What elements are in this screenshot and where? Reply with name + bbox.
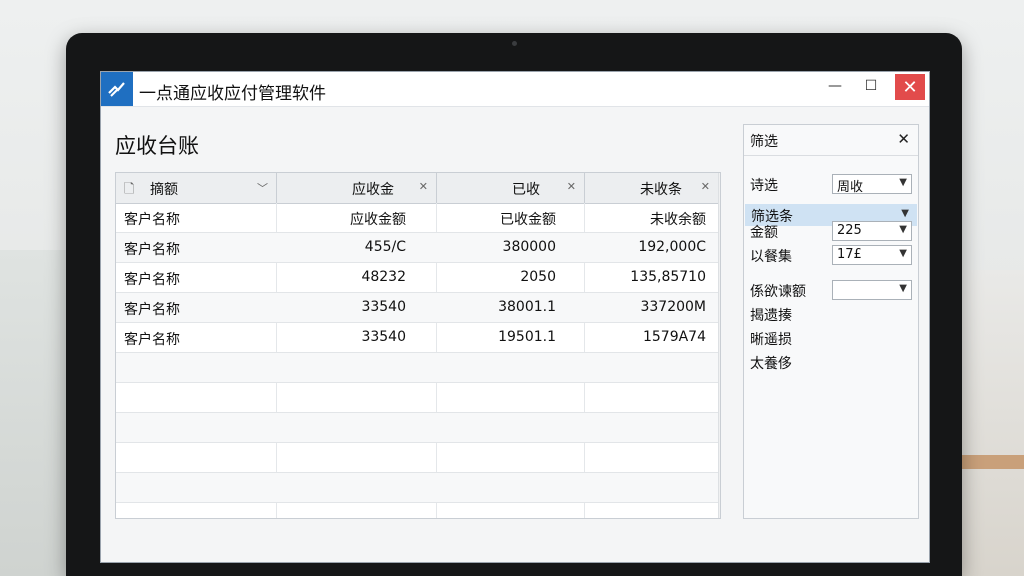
maximize-button[interactable]: ☐ bbox=[853, 72, 889, 100]
cell-customer: 客户名称 bbox=[124, 212, 180, 228]
cell-customer: 客户名称 bbox=[124, 302, 180, 318]
cell-received: 38001.1 bbox=[498, 299, 556, 315]
cell-receivable: 455/C bbox=[364, 239, 406, 255]
filter-select-third[interactable]: ▼ bbox=[832, 280, 912, 300]
cell-receivable: 应收金额 bbox=[350, 212, 406, 228]
filter-label: 诗选 bbox=[750, 178, 778, 194]
sort-icon[interactable]: ✕ bbox=[701, 180, 710, 193]
filter-option-label[interactable]: 太養侈 bbox=[750, 353, 792, 373]
background-shelf bbox=[960, 455, 1024, 469]
table-row-empty[interactable] bbox=[116, 413, 718, 443]
column-header-label: 未收条 bbox=[640, 182, 682, 198]
column-header-0[interactable]: 🗋 摘额 ﹀ bbox=[116, 173, 277, 203]
webcam bbox=[512, 41, 517, 46]
table-row-empty[interactable] bbox=[116, 443, 718, 473]
filter-select-value: 17£ bbox=[837, 247, 862, 262]
background-wall-right bbox=[960, 270, 1024, 576]
ledger-table: 🗋 摘额 ﹀ 应收金 ✕ 已收 ✕ 未收条 ✕ 客户名称 应收金额 已收金额 未… bbox=[115, 172, 721, 519]
cell-received: 已收金额 bbox=[500, 212, 556, 228]
dropdown-arrow-icon: ▼ bbox=[899, 248, 907, 259]
cell-received: 380000 bbox=[502, 239, 556, 255]
table-row[interactable]: 客户名称 33540 19501.1 1579A74 bbox=[116, 323, 718, 353]
title-bar[interactable]: 一点通应收应付管理软件 — ☐ ✕ bbox=[101, 72, 929, 107]
cell-customer: 客户名称 bbox=[124, 332, 180, 348]
chevron-down-icon[interactable]: ▼ bbox=[901, 208, 909, 219]
filter-option-label[interactable]: 晰遥损 bbox=[750, 329, 792, 349]
background-wall-left bbox=[0, 250, 70, 576]
table-row[interactable]: 客户名称 48232 2050 135,85710 bbox=[116, 263, 718, 293]
cell-received: 2050 bbox=[520, 269, 556, 285]
table-row-empty[interactable] bbox=[116, 473, 718, 503]
column-header-1[interactable]: 应收金 ✕ bbox=[276, 173, 437, 203]
table-scrollbar[interactable]: ▼ bbox=[718, 173, 720, 518]
cell-receivable: 48232 bbox=[361, 269, 406, 285]
app-window: 一点通应收应付管理软件 — ☐ ✕ 应收台账 🗋 摘额 ﹀ 应收金 ✕ 已收 ✕ bbox=[100, 71, 930, 563]
table-row[interactable]: 客户名称 应收金额 已收金额 未收余额 bbox=[116, 203, 718, 233]
cell-outstanding: 1579A74 bbox=[642, 329, 706, 345]
filter-panel-header: 筛选 ✕ bbox=[744, 125, 918, 156]
filter-label: 金额 bbox=[750, 225, 778, 241]
column-header-label: 摘额 bbox=[150, 182, 178, 198]
sort-icon[interactable]: ✕ bbox=[567, 180, 576, 193]
dropdown-arrow-icon: ▼ bbox=[899, 283, 907, 294]
page-title: 应收台账 bbox=[115, 134, 199, 158]
dropdown-arrow-icon: ▼ bbox=[899, 177, 907, 188]
cell-outstanding: 135,85710 bbox=[630, 269, 706, 285]
filter-amount-input[interactable]: 225 ▼ bbox=[832, 221, 912, 241]
app-logo-icon bbox=[101, 72, 133, 106]
cell-customer: 客户名称 bbox=[124, 242, 180, 258]
monitor-bezel: 一点通应收应付管理软件 — ☐ ✕ 应收台账 🗋 摘额 ﹀ 应收金 ✕ 已收 ✕ bbox=[66, 33, 962, 576]
minimize-button[interactable]: — bbox=[817, 72, 853, 100]
cell-outstanding: 337200M bbox=[640, 299, 706, 315]
filter-panel-title: 筛选 bbox=[750, 134, 778, 150]
filter-select-second[interactable]: 17£ ▼ bbox=[832, 245, 912, 265]
cell-customer: 客户名称 bbox=[124, 272, 180, 288]
window-title: 一点通应收应付管理软件 bbox=[139, 84, 326, 104]
table-header: 🗋 摘额 ﹀ 应收金 ✕ 已收 ✕ 未收条 ✕ bbox=[116, 173, 720, 204]
dropdown-arrow-icon: ▼ bbox=[899, 224, 907, 235]
filter-select-value: 周收 bbox=[837, 180, 864, 195]
table-row-empty[interactable] bbox=[116, 383, 718, 413]
filter-option-label[interactable]: 揭遗揍 bbox=[750, 305, 792, 325]
close-window-button[interactable]: ✕ bbox=[895, 74, 925, 100]
close-icon[interactable]: ✕ bbox=[897, 130, 910, 148]
chevron-down-icon[interactable]: ﹀ bbox=[257, 180, 268, 196]
column-header-label: 已收 bbox=[512, 182, 540, 198]
column-header-label: 应收金 bbox=[352, 182, 394, 198]
cell-received: 19501.1 bbox=[498, 329, 556, 345]
column-header-2[interactable]: 已收 ✕ bbox=[436, 173, 585, 203]
document-icon: 🗋 bbox=[124, 182, 135, 197]
column-header-3[interactable]: 未收条 ✕ bbox=[584, 173, 718, 203]
cell-outstanding: 192,000C bbox=[638, 239, 706, 255]
cell-receivable: 33540 bbox=[361, 329, 406, 345]
filter-label: 以餐集 bbox=[750, 249, 792, 265]
cell-outstanding: 未收余额 bbox=[650, 212, 706, 228]
cell-receivable: 33540 bbox=[361, 299, 406, 315]
table-row-empty[interactable] bbox=[116, 353, 718, 383]
table-row[interactable]: 客户名称 455/C 380000 192,000C bbox=[116, 233, 718, 263]
table-row[interactable]: 客户名称 33540 38001.1 337200M bbox=[116, 293, 718, 323]
filter-panel: 筛选 ✕ 诗选 周收 ▼ 筛选条 ▼ 金额 225 ▼ 以餐集 17£ ▼ 係欲… bbox=[743, 124, 919, 519]
filter-select-period[interactable]: 周收 ▼ bbox=[832, 174, 912, 195]
filter-label: 係欲谏额 bbox=[750, 284, 806, 300]
sort-icon[interactable]: ✕ bbox=[419, 180, 428, 193]
filter-input-value: 225 bbox=[837, 223, 862, 238]
